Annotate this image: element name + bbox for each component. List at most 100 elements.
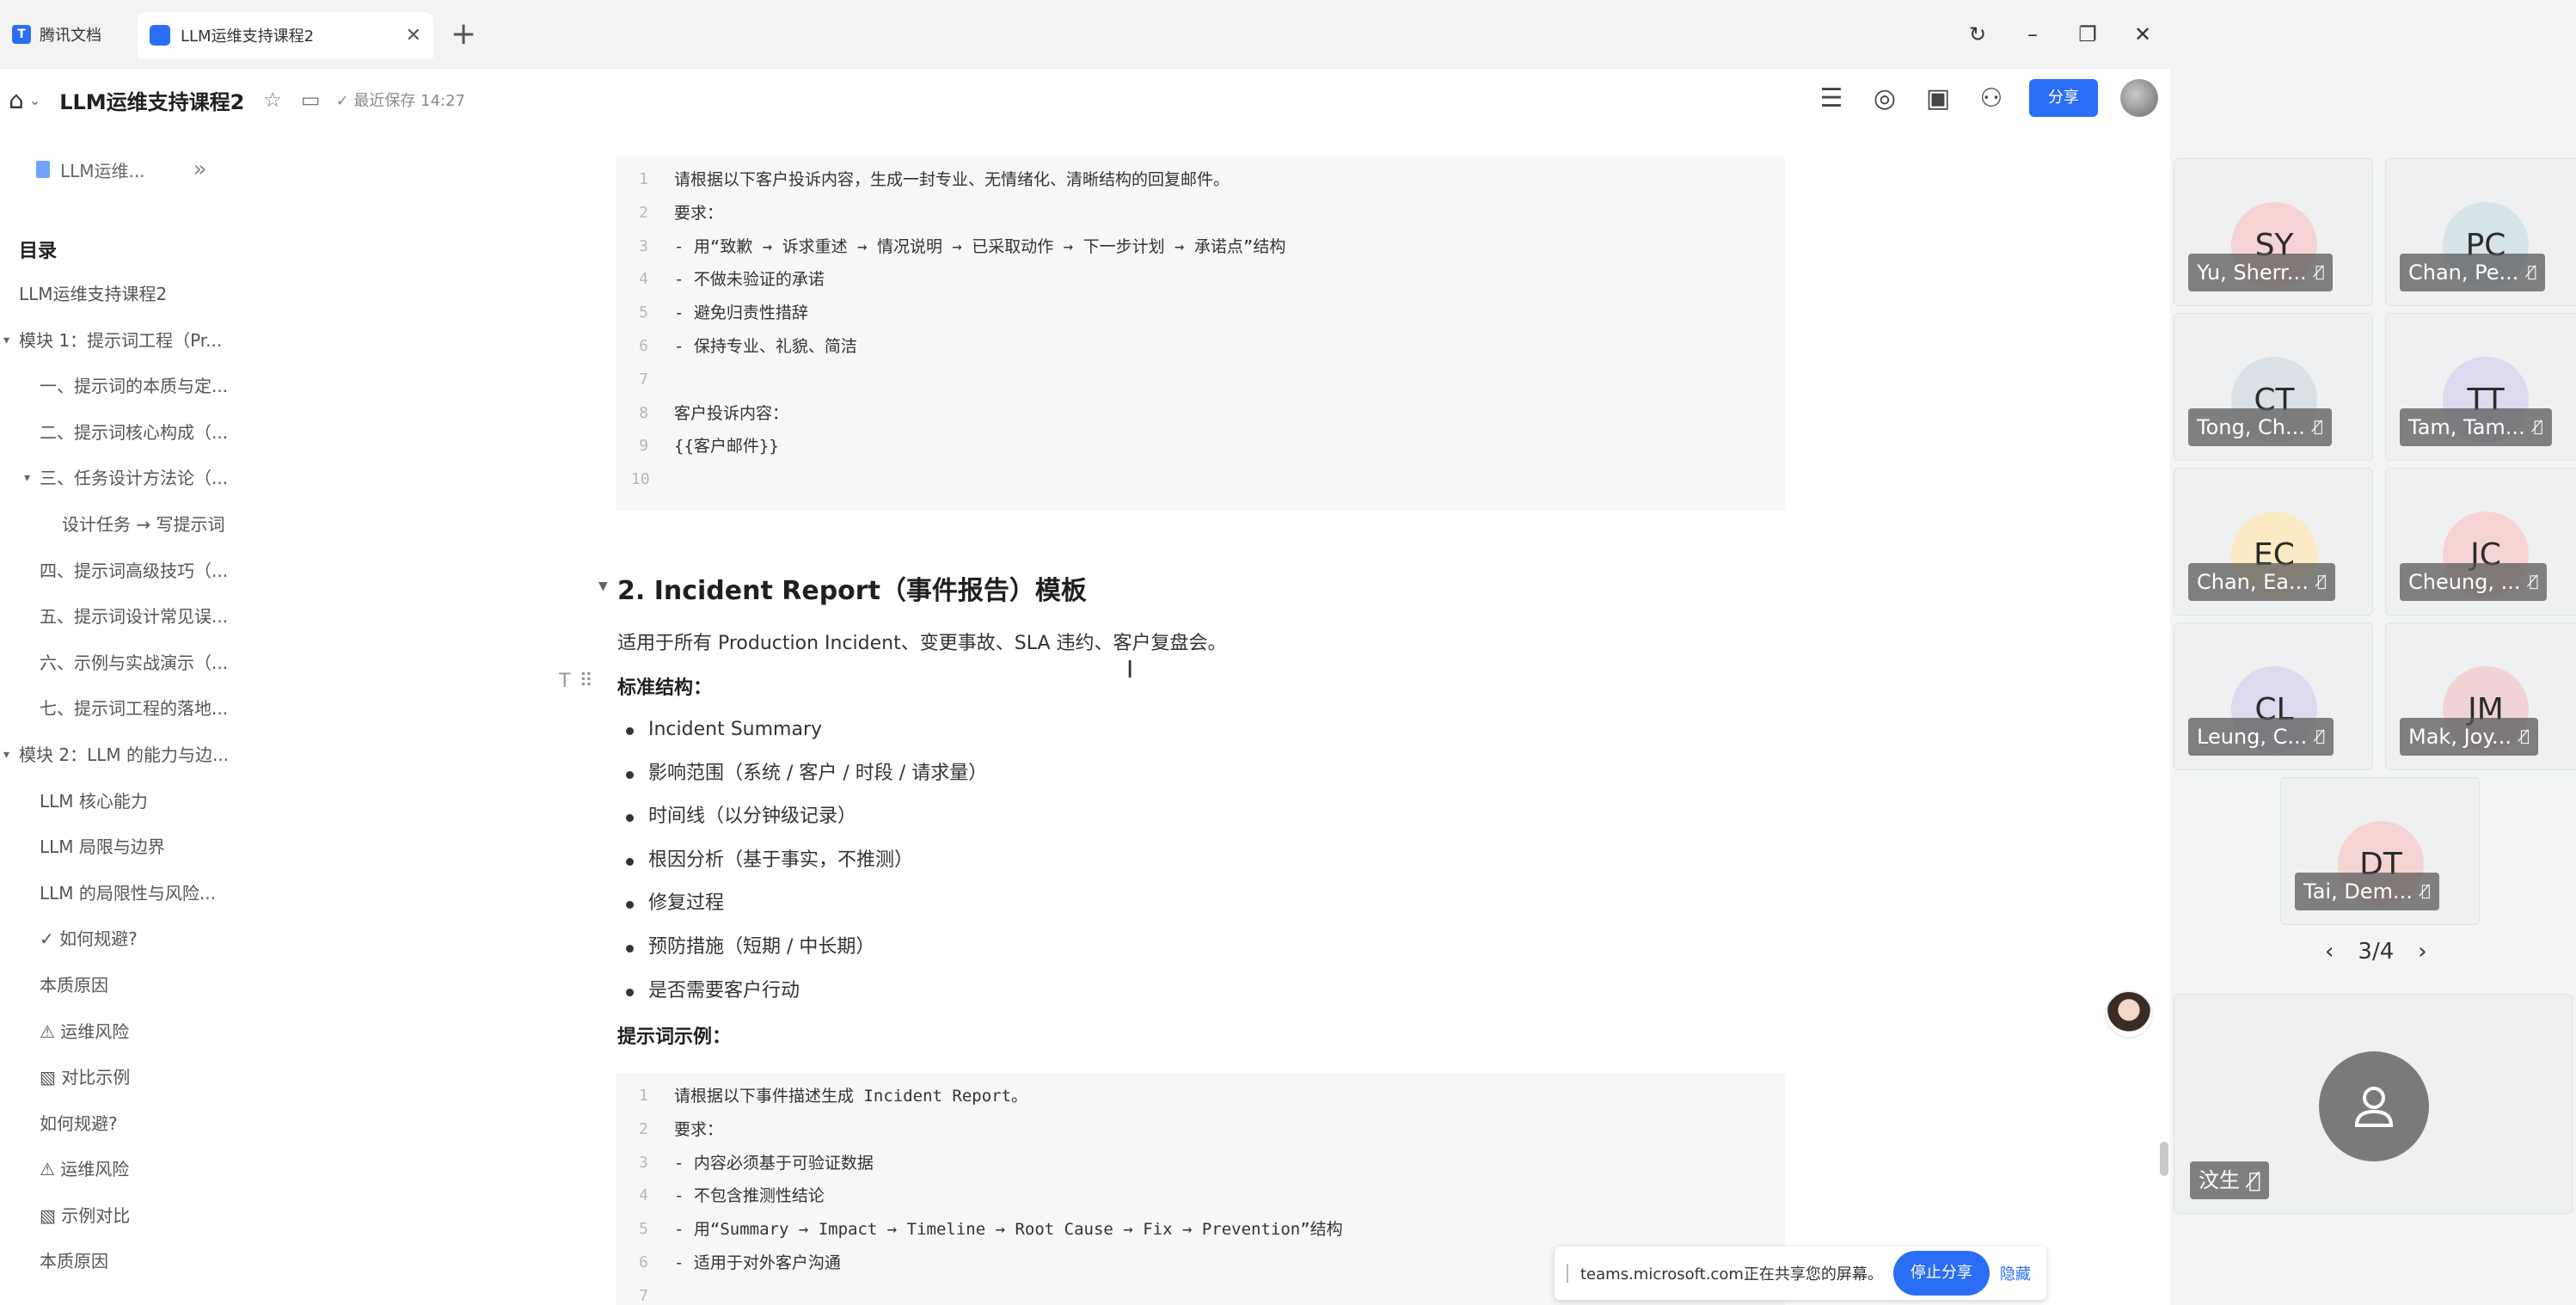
expand-arrow-icon[interactable]: ▾ xyxy=(3,732,9,779)
toc-item[interactable]: ▾ 模块 2：LLM 的能力与边... xyxy=(0,732,249,779)
block-drag-handle-icon[interactable]: T⠿ xyxy=(559,671,602,692)
plus-icon[interactable]: + xyxy=(451,15,476,53)
hide-banner-link[interactable]: 隐藏 xyxy=(2000,1262,2031,1284)
participant-name: Chan, Pe... xyxy=(2408,260,2519,285)
chevron-down-icon[interactable]: ⌄ xyxy=(29,92,40,108)
code-line: 3 - 用“致歉 → 诉求重述 → 情况说明 → 已采取动作 → 下一步计划 → … xyxy=(616,230,1785,264)
home-icon[interactable]: ⌂ xyxy=(9,86,24,114)
self-video-tile[interactable]: 汶生 🎙̸ xyxy=(2174,994,2573,1214)
toc-item[interactable]: 六、示例与实战演示（... xyxy=(0,640,249,687)
close-icon[interactable]: ✕ xyxy=(2115,17,2170,52)
screen-share-banner: teams.microsoft.com正在共享您的屏幕。 停止分享 隐藏 xyxy=(1555,1247,2046,1300)
participant-tile[interactable]: SY Yu, Sherr... 🎙̸ xyxy=(2174,158,2373,306)
code-block[interactable]: 1 请根据以下客户投诉内容，生成一封专业、无情绪化、清晰结构的回复邮件。 2 要求： 3… xyxy=(616,156,1785,511)
code-line: 4 - 不做未验证的承诺 xyxy=(616,263,1785,297)
participant-tile[interactable]: CL Leung, C... 🎙̸ xyxy=(2174,622,2373,770)
toc-item[interactable]: 二、提示词核心构成（... xyxy=(0,410,249,456)
participant-name-tag: 汶生 🎙̸ xyxy=(2190,1161,2270,1199)
participant-tile[interactable]: DT Tai, Dem... 🎙̸ xyxy=(2280,777,2480,925)
scrollbar-thumb[interactable] xyxy=(2160,1142,2168,1176)
share-button[interactable]: 分享 xyxy=(2029,79,2098,117)
toc-item[interactable]: 本质原因 xyxy=(0,1239,249,1285)
participant-name-tag: Chan, Ea... 🎙̸ xyxy=(2188,563,2335,601)
toc-item[interactable]: 一、提示词的本质与定... xyxy=(0,364,249,410)
toc-item[interactable]: ⚠ 运维风险 xyxy=(0,1147,249,1193)
participant-tile[interactable]: TT Tam, Tam... 🎙̸ xyxy=(2385,313,2576,461)
participant-name-tag: Mak, Joy... 🎙̸ xyxy=(2400,718,2538,756)
stop-sharing-button[interactable]: 停止分享 xyxy=(1892,1251,1990,1296)
add-collaborator-icon[interactable]: ⚇ xyxy=(1976,83,2007,113)
code-text: {{客户邮件}} xyxy=(674,437,779,456)
ai-assistant-icon[interactable]: ◎ xyxy=(1869,83,1900,113)
app-tab[interactable]: T 腾讯文档 xyxy=(12,15,101,53)
participant-pager: ‹ 3/4 › xyxy=(2325,939,2427,965)
toc-item[interactable]: LLM 核心能力 xyxy=(0,779,249,825)
participant-tile[interactable]: JM Mak, Joy... 🎙̸ xyxy=(2385,622,2576,770)
mic-muted-icon: 🎙̸ xyxy=(2315,727,2326,745)
toc-item[interactable]: 七、提示词工程的落地... xyxy=(0,686,249,732)
toc-item[interactable]: LLM运维支持课程2 xyxy=(0,272,249,318)
expand-sidebar-icon[interactable]: » xyxy=(193,156,207,182)
code-line: 1 请根据以下客户投诉内容，生成一封专业、无情绪化、清晰结构的回复邮件。 xyxy=(616,163,1785,197)
line-number: 9 xyxy=(639,437,648,456)
tencent-docs-logo-icon: T xyxy=(12,25,31,44)
code-line: 9 {{客户邮件}} xyxy=(616,430,1785,463)
toc-item[interactable]: LLM 局限与边界 xyxy=(0,824,249,871)
minimize-icon[interactable]: – xyxy=(2005,17,2060,52)
tab-close-icon[interactable]: ✕ xyxy=(406,25,421,46)
participant-tile[interactable]: CT Tong, Ch... 🎙̸ xyxy=(2174,313,2373,461)
line-number: 7 xyxy=(639,1286,648,1305)
toc-item[interactable]: ▾ 模块 1：提示词工程（Pr... xyxy=(0,318,249,365)
toc-item[interactable]: ⚠ 运维风险 xyxy=(0,1009,249,1056)
toc-list: LLM运维支持课程2 ▾ 模块 1：提示词工程（Pr... 一、提示词的本质与定...… xyxy=(0,272,249,1285)
doc-favicon-icon xyxy=(150,25,170,46)
restore-icon[interactable]: ❐ xyxy=(2060,17,2115,52)
expand-arrow-icon[interactable]: ▾ xyxy=(3,318,9,365)
present-icon[interactable]: ▣ xyxy=(1923,83,1953,113)
toc-item[interactable]: 本质原因 xyxy=(0,963,249,1009)
refresh-icon[interactable]: ↻ xyxy=(1950,17,2005,52)
user-avatar[interactable] xyxy=(2120,79,2158,117)
toc-item[interactable]: 四、提示词高级技巧（... xyxy=(0,548,249,595)
saved-status: ✓ 最近保存 14:27 xyxy=(336,89,465,111)
collapse-arrow-icon[interactable]: ▼ xyxy=(598,579,608,593)
chevron-left-icon[interactable]: ‹ xyxy=(2325,939,2334,965)
star-icon[interactable]: ☆ xyxy=(263,88,282,112)
doc-title[interactable]: LLM运维支持课程2 xyxy=(59,85,244,115)
line-number: 1 xyxy=(639,1087,648,1105)
toc-item[interactable]: 如何规避? xyxy=(0,1101,249,1148)
assistant-avatar-icon[interactable] xyxy=(2105,990,2153,1038)
toc-item[interactable]: ▧ 示例对比 xyxy=(0,1193,249,1240)
toc-item[interactable]: 设计任务 → 写提示词 xyxy=(0,502,249,548)
mic-muted-icon: 🎙̸ xyxy=(2533,418,2543,436)
menu-icon[interactable]: ☰ xyxy=(1816,83,1847,113)
code-text: 客户投诉内容： xyxy=(674,403,789,423)
code-text: 请根据以下客户投诉内容，生成一封专业、无情绪化、清晰结构的回复邮件。 xyxy=(674,170,1230,189)
participant-name-tag: Cheung, ... 🎙̸ xyxy=(2400,563,2548,601)
active-tab[interactable]: LLM运维支持课程2 ✕ xyxy=(138,12,433,58)
code-text: - 避免归责性措辞 xyxy=(674,303,808,323)
saved-status-text: 最近保存 14:27 xyxy=(353,92,465,110)
drag-grip-icon[interactable] xyxy=(1567,1264,1570,1283)
line-number: 4 xyxy=(639,270,648,289)
code-text: 要求： xyxy=(674,203,724,223)
participant-name-tag: Chan, Pe... 🎙̸ xyxy=(2400,254,2546,291)
toc-item[interactable]: ▧ 对比示例 xyxy=(0,1055,249,1101)
toc-item[interactable]: 五、提示词设计常见误... xyxy=(0,594,249,640)
participant-tile[interactable]: EC Chan, Ea... 🎙̸ xyxy=(2174,468,2373,616)
participant-tile[interactable]: JC Cheung, ... 🎙̸ xyxy=(2385,468,2576,616)
structure-list: Incident Summary 影响范围（系统 / 客户 / 时段 / 请求量）… xyxy=(617,708,987,1013)
mic-muted-icon: 🎙̸ xyxy=(2316,573,2327,591)
folder-icon[interactable]: ▭ xyxy=(301,88,321,112)
code-line: 8 客户投诉内容： xyxy=(616,397,1785,431)
structure-label: 标准结构： xyxy=(617,677,713,699)
toc-item[interactable]: ▾ 三、任务设计方法论（... xyxy=(0,456,249,502)
code-line: 3 - 内容必须基于可验证数据 xyxy=(616,1147,1785,1180)
chevron-right-icon[interactable]: › xyxy=(2418,939,2426,965)
toc-item[interactable]: LLM 的局限性与风险... xyxy=(0,871,249,917)
participant-tile[interactable]: PC Chan, Pe... 🎙̸ xyxy=(2385,158,2576,306)
expand-arrow-icon[interactable]: ▾ xyxy=(24,456,30,502)
toc-item[interactable]: ✓ 如何规避? xyxy=(0,916,249,963)
breadcrumb[interactable]: LLM运维... » xyxy=(36,156,207,182)
toc-item-label: 本质原因 xyxy=(40,974,108,996)
